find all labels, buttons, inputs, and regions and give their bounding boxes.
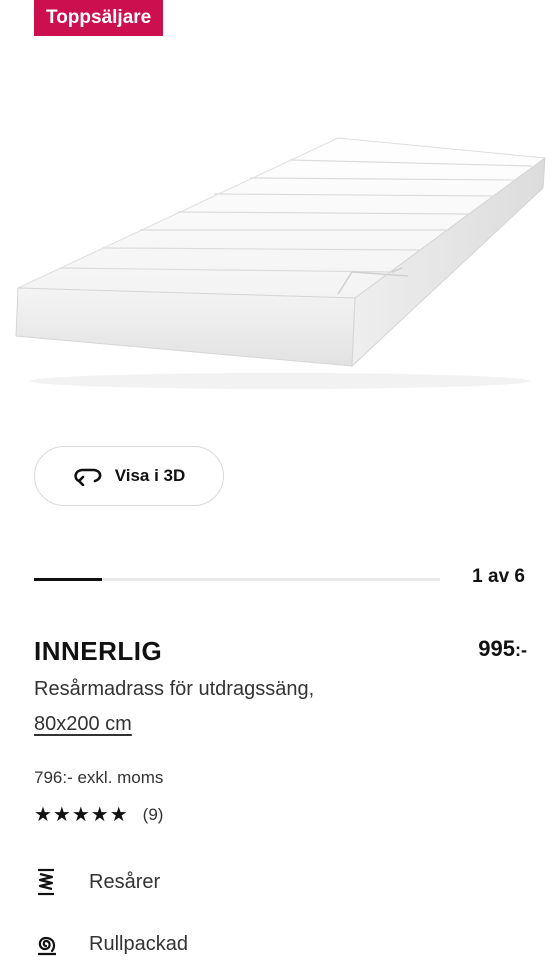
feature-springs: Resårer — [34, 868, 160, 896]
carousel-pager: 1 av 6 — [472, 566, 525, 587]
feature-rolled: Rullpackad — [34, 930, 188, 958]
review-count: (9) — [142, 804, 164, 824]
product-image[interactable] — [0, 36, 553, 446]
product-description: Resårmadrass för utdragssäng, — [34, 678, 315, 700]
carousel-progress-bar[interactable] — [34, 578, 440, 581]
spring-icon — [34, 868, 58, 896]
price-suffix: :- — [515, 640, 527, 660]
badge-label: Toppsäljare — [46, 7, 152, 28]
feature-label: Rullpackad — [89, 932, 188, 955]
rotate-3d-icon — [73, 466, 103, 487]
view-3d-label: Visa i 3D — [114, 466, 186, 485]
price-value: 995 — [478, 636, 515, 661]
product-size-link[interactable]: 80x200 cm — [34, 713, 132, 736]
price-excluding-vat: 796:- exkl. moms — [34, 768, 164, 787]
product-name[interactable]: INNERLIG — [34, 636, 162, 667]
product-price: 995:- — [478, 636, 527, 662]
rolled-icon — [34, 930, 58, 958]
rating-stars: ★★★★★ — [34, 804, 129, 826]
feature-label: Resårer — [89, 870, 161, 893]
view-3d-button[interactable]: Visa i 3D — [34, 446, 224, 506]
rating-summary[interactable]: ★★★★★ (9) — [34, 802, 163, 827]
bestseller-badge: Toppsäljare — [34, 0, 164, 36]
product-page: Toppsäljare Visa i 3D 1 av 6 INNERLIG 99… — [0, 0, 553, 960]
mattress-illustration — [15, 137, 547, 389]
carousel-progress-fill — [34, 578, 102, 581]
